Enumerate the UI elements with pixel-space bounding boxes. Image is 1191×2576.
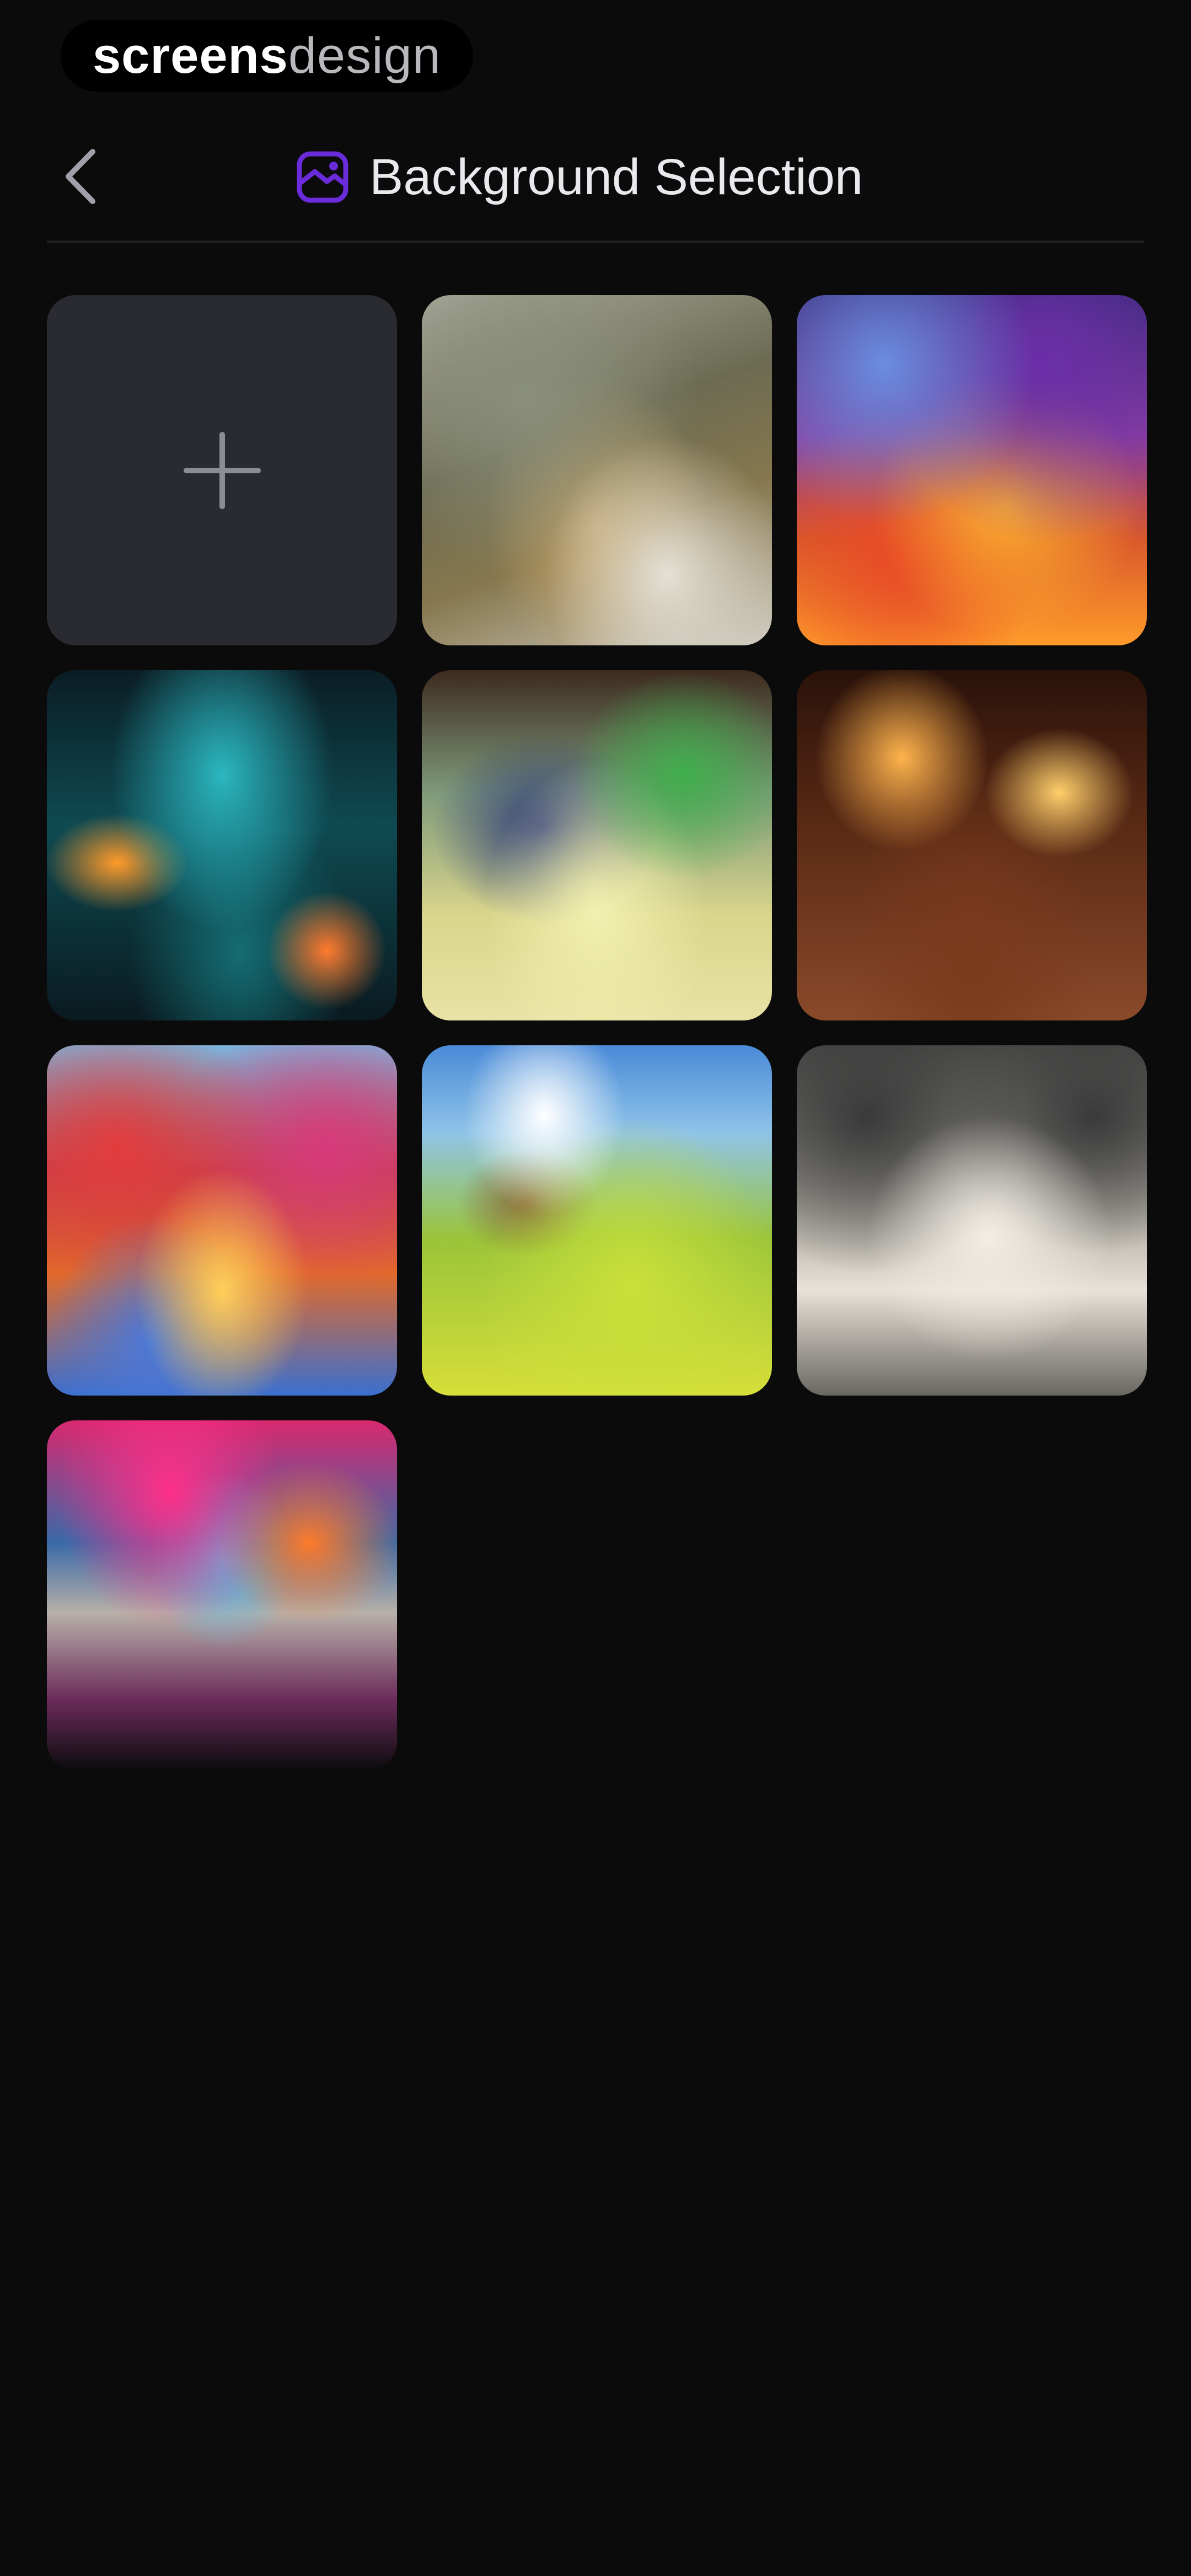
background-tile-fantasy-sunset[interactable] bbox=[797, 295, 1147, 645]
plus-icon bbox=[183, 431, 261, 509]
back-button[interactable] bbox=[50, 143, 110, 210]
header: Background Selection bbox=[0, 127, 1191, 226]
background-tile-graffiti-wall[interactable] bbox=[47, 1420, 397, 1771]
header-divider bbox=[47, 241, 1144, 243]
background-tile-night-alley[interactable] bbox=[797, 670, 1147, 1020]
background-tile-grassy-hills[interactable] bbox=[422, 1045, 772, 1396]
watermark-logo: screens design bbox=[61, 20, 473, 92]
chevron-left-icon bbox=[66, 149, 95, 204]
page-title: Background Selection bbox=[369, 148, 863, 205]
watermark-part2: design bbox=[288, 27, 441, 84]
background-tile-forest-trail[interactable] bbox=[422, 295, 772, 645]
background-icon bbox=[292, 147, 353, 207]
add-background-button[interactable] bbox=[47, 295, 397, 645]
background-tile-stone-alley[interactable] bbox=[797, 1045, 1147, 1396]
background-tile-colorful-forest[interactable] bbox=[47, 1045, 397, 1396]
watermark-part1: screens bbox=[93, 27, 288, 84]
background-tile-neon-street[interactable] bbox=[47, 670, 397, 1020]
background-tile-sunny-path[interactable] bbox=[422, 670, 772, 1020]
background-grid bbox=[47, 295, 1147, 1771]
page-title-group: Background Selection bbox=[292, 141, 863, 213]
